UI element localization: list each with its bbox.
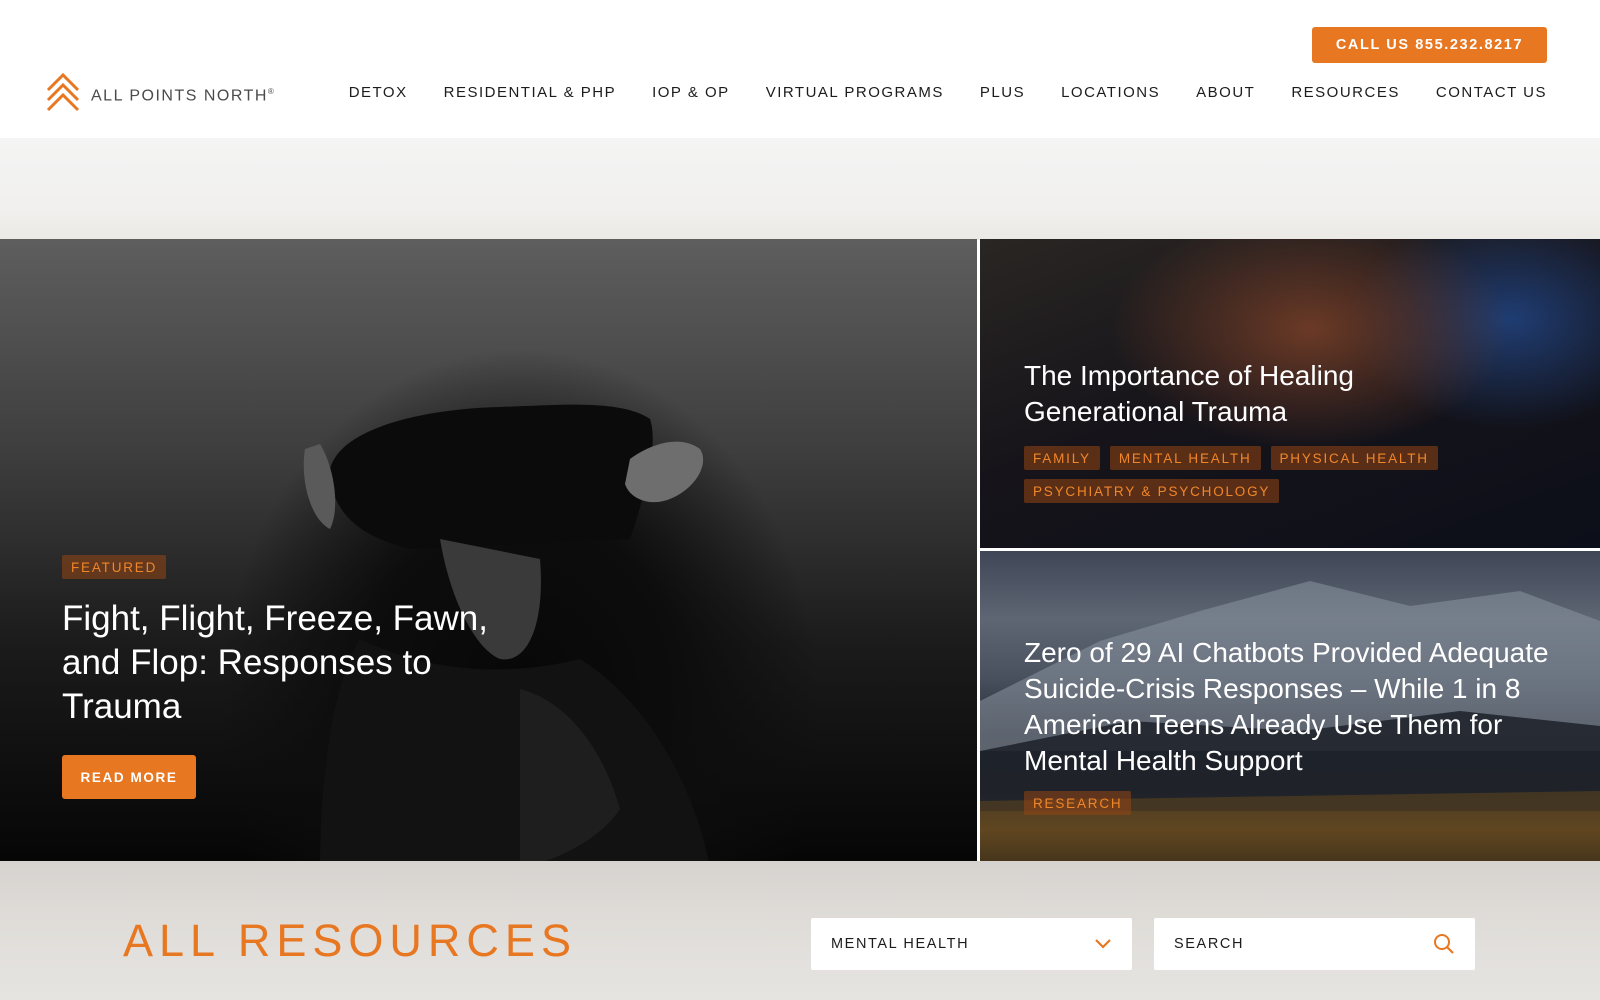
search-input[interactable] [1174, 936, 1433, 952]
nav-item-iop-op[interactable]: IOP & OP [652, 84, 730, 101]
main-nav: DETOX RESIDENTIAL & PHP IOP & OP VIRTUAL… [349, 84, 1547, 101]
nav-item-resources[interactable]: RESOURCES [1291, 84, 1400, 101]
card-tags: FAMILY MENTAL HEALTH PHYSICAL HEALTH PSY… [1024, 446, 1464, 503]
tag-psychiatry-psychology[interactable]: PSYCHIATRY & PSYCHOLOGY [1024, 479, 1280, 503]
search-field[interactable] [1154, 918, 1475, 970]
site-header: ALL POINTS NORTH® CALL US 855.232.8217 D… [0, 0, 1600, 138]
nav-item-about[interactable]: ABOUT [1196, 84, 1255, 101]
search-icon[interactable] [1433, 933, 1455, 955]
card-title[interactable]: Zero of 29 AI Chatbots Provided Adequate… [1024, 635, 1564, 779]
nav-item-contact-us[interactable]: CONTACT US [1436, 84, 1547, 101]
nav-item-plus[interactable]: PLUS [980, 84, 1025, 101]
featured-title[interactable]: Fight, Flight, Freeze, Fawn, and Flop: R… [62, 597, 492, 729]
all-resources-heading: ALL RESOURCES [123, 915, 577, 966]
all-resources-section: ALL RESOURCES MENTAL HEALTH [0, 861, 1600, 1000]
featured-tag: FEATURED [62, 555, 167, 579]
chevron-mountain-logo-icon [46, 72, 80, 112]
brand-name: ALL POINTS NORTH® [91, 86, 276, 105]
article-card-generational-trauma[interactable]: The Importance of Healing Generational T… [980, 239, 1600, 548]
nav-item-residential-php[interactable]: RESIDENTIAL & PHP [444, 84, 616, 101]
chevron-down-icon [1095, 939, 1111, 949]
nav-item-virtual-programs[interactable]: VIRTUAL PROGRAMS [766, 84, 944, 101]
featured-article[interactable]: FEATURED Fight, Flight, Freeze, Fawn, an… [0, 239, 977, 861]
tag-research[interactable]: RESEARCH [1024, 791, 1132, 815]
tag-family[interactable]: FAMILY [1024, 446, 1100, 470]
card-title[interactable]: The Importance of Healing Generational T… [1024, 358, 1484, 430]
category-filter-select[interactable]: MENTAL HEALTH [811, 918, 1132, 970]
hero-band [0, 138, 1600, 240]
nav-item-detox[interactable]: DETOX [349, 84, 408, 101]
category-filter-value: MENTAL HEALTH [831, 936, 970, 952]
read-more-button[interactable]: READ MORE [62, 755, 196, 799]
card-tags: RESEARCH [1024, 791, 1464, 815]
tag-mental-health[interactable]: MENTAL HEALTH [1109, 446, 1261, 470]
brand-logo[interactable]: ALL POINTS NORTH® [45, 72, 275, 112]
tag-physical-health[interactable]: PHYSICAL HEALTH [1270, 446, 1438, 470]
call-us-button[interactable]: CALL US 855.232.8217 [1312, 27, 1547, 63]
article-card-ai-chatbots[interactable]: Zero of 29 AI Chatbots Provided Adequate… [980, 551, 1600, 861]
nav-item-locations[interactable]: LOCATIONS [1061, 84, 1160, 101]
